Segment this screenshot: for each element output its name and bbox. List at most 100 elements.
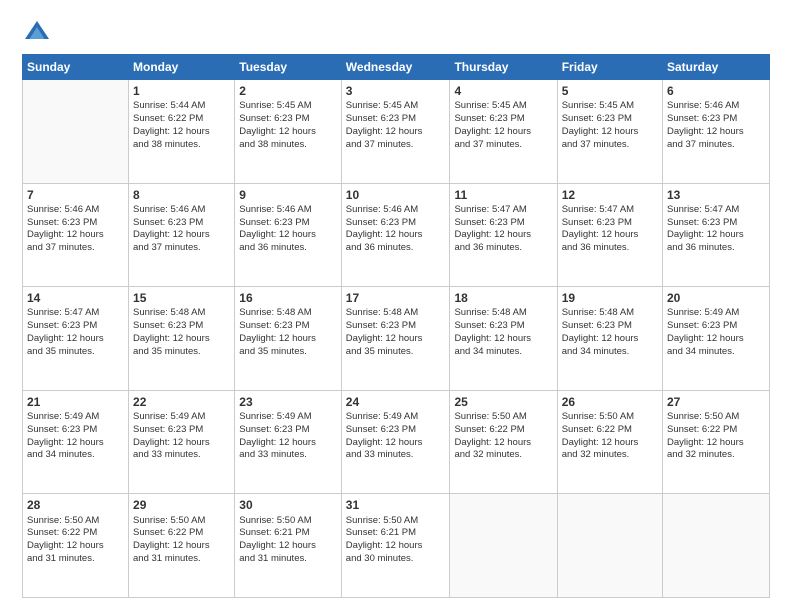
day-number: 4 — [454, 83, 552, 99]
day-number: 5 — [562, 83, 658, 99]
calendar-cell: 1Sunrise: 5:44 AM Sunset: 6:22 PM Daylig… — [129, 80, 235, 184]
calendar-cell: 16Sunrise: 5:48 AM Sunset: 6:23 PM Dayli… — [235, 287, 342, 391]
day-number: 23 — [239, 394, 337, 410]
calendar-cell: 17Sunrise: 5:48 AM Sunset: 6:23 PM Dayli… — [341, 287, 450, 391]
calendar-cell: 22Sunrise: 5:49 AM Sunset: 6:23 PM Dayli… — [129, 390, 235, 494]
day-number: 26 — [562, 394, 658, 410]
day-number: 13 — [667, 187, 765, 203]
day-number: 22 — [133, 394, 230, 410]
day-info: Sunrise: 5:50 AM Sunset: 6:22 PM Dayligh… — [133, 515, 230, 566]
week-row-5: 28 Sunrise: 5:50 AM Sunset: 6:22 PM Dayli… — [23, 494, 770, 598]
calendar-cell: 26Sunrise: 5:50 AM Sunset: 6:22 PM Dayli… — [557, 390, 662, 494]
day-info: Sunrise: 5:47 AM Sunset: 6:23 PM Dayligh… — [667, 204, 765, 255]
week-row-1: 1Sunrise: 5:44 AM Sunset: 6:22 PM Daylig… — [23, 80, 770, 184]
day-info: Sunrise: 5:48 AM Sunset: 6:23 PM Dayligh… — [562, 307, 658, 358]
calendar-cell: 25Sunrise: 5:50 AM Sunset: 6:22 PM Dayli… — [450, 390, 557, 494]
calendar-cell — [557, 494, 662, 598]
day-number: 20 — [667, 290, 765, 306]
day-info: Sunrise: 5:50 AM Sunset: 6:22 PM Dayligh… — [667, 411, 765, 462]
day-number: 15 — [133, 290, 230, 306]
day-number: 8 — [133, 187, 230, 203]
day-info: Sunrise: 5:48 AM Sunset: 6:23 PM Dayligh… — [133, 307, 230, 358]
day-number: 31 — [346, 497, 446, 513]
day-number: 3 — [346, 83, 446, 99]
calendar-cell: 27Sunrise: 5:50 AM Sunset: 6:22 PM Dayli… — [663, 390, 770, 494]
day-number: 27 — [667, 394, 765, 410]
calendar-cell: 31 Sunrise: 5:50 AM Sunset: 6:21 PM Dayli… — [341, 494, 450, 598]
calendar-cell: 19Sunrise: 5:48 AM Sunset: 6:23 PM Dayli… — [557, 287, 662, 391]
calendar-cell — [663, 494, 770, 598]
day-number: 24 — [346, 394, 446, 410]
weekday-header-row: SundayMondayTuesdayWednesdayThursdayFrid… — [23, 55, 770, 80]
calendar-cell: 30 Sunrise: 5:50 AM Sunset: 6:21 PM Dayli… — [235, 494, 342, 598]
weekday-header-friday: Friday — [557, 55, 662, 80]
weekday-header-tuesday: Tuesday — [235, 55, 342, 80]
calendar-cell: 12Sunrise: 5:47 AM Sunset: 6:23 PM Dayli… — [557, 183, 662, 287]
calendar-cell: 5Sunrise: 5:45 AM Sunset: 6:23 PM Daylig… — [557, 80, 662, 184]
day-info: Sunrise: 5:45 AM Sunset: 6:23 PM Dayligh… — [562, 100, 658, 151]
day-info: Sunrise: 5:44 AM Sunset: 6:22 PM Dayligh… — [133, 100, 230, 151]
calendar-cell: 8Sunrise: 5:46 AM Sunset: 6:23 PM Daylig… — [129, 183, 235, 287]
day-number: 19 — [562, 290, 658, 306]
calendar-cell: 14Sunrise: 5:47 AM Sunset: 6:23 PM Dayli… — [23, 287, 129, 391]
calendar-cell: 29 Sunrise: 5:50 AM Sunset: 6:22 PM Dayli… — [129, 494, 235, 598]
page: SundayMondayTuesdayWednesdayThursdayFrid… — [0, 0, 792, 612]
day-info: Sunrise: 5:47 AM Sunset: 6:23 PM Dayligh… — [27, 307, 124, 358]
calendar-cell: 2Sunrise: 5:45 AM Sunset: 6:23 PM Daylig… — [235, 80, 342, 184]
day-number: 21 — [27, 394, 124, 410]
day-info: Sunrise: 5:46 AM Sunset: 6:23 PM Dayligh… — [27, 204, 124, 255]
calendar-cell: 21Sunrise: 5:49 AM Sunset: 6:23 PM Dayli… — [23, 390, 129, 494]
day-info: Sunrise: 5:50 AM Sunset: 6:21 PM Dayligh… — [239, 515, 337, 566]
day-number: 16 — [239, 290, 337, 306]
weekday-header-thursday: Thursday — [450, 55, 557, 80]
day-info: Sunrise: 5:45 AM Sunset: 6:23 PM Dayligh… — [454, 100, 552, 151]
day-number: 10 — [346, 187, 446, 203]
calendar-cell: 11Sunrise: 5:47 AM Sunset: 6:23 PM Dayli… — [450, 183, 557, 287]
header — [22, 18, 770, 48]
calendar-cell: 20Sunrise: 5:49 AM Sunset: 6:23 PM Dayli… — [663, 287, 770, 391]
day-number: 25 — [454, 394, 552, 410]
day-info: Sunrise: 5:47 AM Sunset: 6:23 PM Dayligh… — [454, 204, 552, 255]
day-info: Sunrise: 5:49 AM Sunset: 6:23 PM Dayligh… — [27, 411, 124, 462]
day-info: Sunrise: 5:50 AM Sunset: 6:22 PM Dayligh… — [27, 515, 124, 566]
day-number: 6 — [667, 83, 765, 99]
day-info: Sunrise: 5:49 AM Sunset: 6:23 PM Dayligh… — [133, 411, 230, 462]
day-number: 11 — [454, 187, 552, 203]
day-number: 9 — [239, 187, 337, 203]
calendar-cell — [23, 80, 129, 184]
day-number: 18 — [454, 290, 552, 306]
day-number: 30 — [239, 497, 337, 513]
day-info: Sunrise: 5:48 AM Sunset: 6:23 PM Dayligh… — [239, 307, 337, 358]
day-info: Sunrise: 5:46 AM Sunset: 6:23 PM Dayligh… — [239, 204, 337, 255]
day-number: 1 — [133, 83, 230, 99]
week-row-3: 14Sunrise: 5:47 AM Sunset: 6:23 PM Dayli… — [23, 287, 770, 391]
calendar-table: SundayMondayTuesdayWednesdayThursdayFrid… — [22, 54, 770, 598]
day-info: Sunrise: 5:47 AM Sunset: 6:23 PM Dayligh… — [562, 204, 658, 255]
calendar-cell: 7Sunrise: 5:46 AM Sunset: 6:23 PM Daylig… — [23, 183, 129, 287]
day-number: 28 — [27, 497, 124, 513]
calendar-cell: 24Sunrise: 5:49 AM Sunset: 6:23 PM Dayli… — [341, 390, 450, 494]
day-info: Sunrise: 5:49 AM Sunset: 6:23 PM Dayligh… — [667, 307, 765, 358]
day-number: 29 — [133, 497, 230, 513]
day-info: Sunrise: 5:48 AM Sunset: 6:23 PM Dayligh… — [454, 307, 552, 358]
day-info: Sunrise: 5:45 AM Sunset: 6:23 PM Dayligh… — [239, 100, 337, 151]
week-row-2: 7Sunrise: 5:46 AM Sunset: 6:23 PM Daylig… — [23, 183, 770, 287]
day-number: 7 — [27, 187, 124, 203]
calendar-cell: 28 Sunrise: 5:50 AM Sunset: 6:22 PM Dayli… — [23, 494, 129, 598]
day-info: Sunrise: 5:46 AM Sunset: 6:23 PM Dayligh… — [346, 204, 446, 255]
day-number: 12 — [562, 187, 658, 203]
calendar-cell: 6Sunrise: 5:46 AM Sunset: 6:23 PM Daylig… — [663, 80, 770, 184]
weekday-header-wednesday: Wednesday — [341, 55, 450, 80]
day-info: Sunrise: 5:50 AM Sunset: 6:22 PM Dayligh… — [562, 411, 658, 462]
calendar-cell: 4Sunrise: 5:45 AM Sunset: 6:23 PM Daylig… — [450, 80, 557, 184]
logo — [22, 18, 56, 48]
day-info: Sunrise: 5:46 AM Sunset: 6:23 PM Dayligh… — [133, 204, 230, 255]
day-info: Sunrise: 5:45 AM Sunset: 6:23 PM Dayligh… — [346, 100, 446, 151]
day-number: 17 — [346, 290, 446, 306]
calendar-cell: 3Sunrise: 5:45 AM Sunset: 6:23 PM Daylig… — [341, 80, 450, 184]
day-info: Sunrise: 5:50 AM Sunset: 6:22 PM Dayligh… — [454, 411, 552, 462]
day-number: 14 — [27, 290, 124, 306]
weekday-header-sunday: Sunday — [23, 55, 129, 80]
day-info: Sunrise: 5:50 AM Sunset: 6:21 PM Dayligh… — [346, 515, 446, 566]
calendar-cell: 13Sunrise: 5:47 AM Sunset: 6:23 PM Dayli… — [663, 183, 770, 287]
